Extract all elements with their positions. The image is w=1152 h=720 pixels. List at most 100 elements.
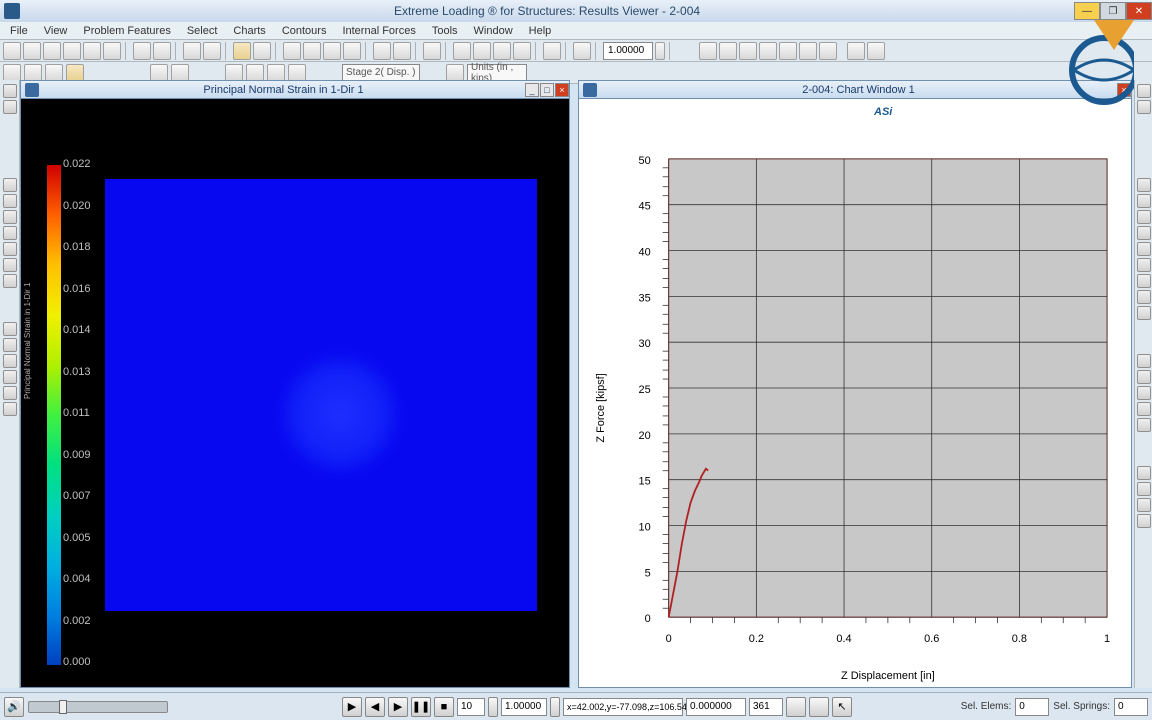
tool-style-icon[interactable]	[253, 42, 271, 60]
pause-button[interactable]: ❚❚	[411, 697, 431, 717]
tool-save-icon[interactable]	[23, 42, 41, 60]
tool-measure-icon[interactable]	[373, 42, 391, 60]
tool-folder-icon[interactable]	[45, 64, 63, 82]
tool-view1-icon[interactable]	[303, 42, 321, 60]
menu-view[interactable]: View	[38, 23, 74, 39]
menu-internal-forces[interactable]: Internal Forces	[336, 23, 421, 39]
tool-refresh-icon[interactable]	[573, 42, 591, 60]
tool-misc-icon[interactable]	[171, 64, 189, 82]
r-zoom-in-icon[interactable]	[1137, 354, 1151, 368]
chart-viewport[interactable]: 0 5 10 15 20 25 30 35 40 45 50 0 0.2 0.4…	[579, 99, 1131, 687]
r-opt3-icon[interactable]	[1137, 498, 1151, 512]
step-back-button[interactable]: ◀	[365, 697, 385, 717]
panel-minimize-button[interactable]: _	[525, 83, 539, 97]
chart-panel-titlebar[interactable]: 2-004: Chart Window 1 ×	[579, 81, 1131, 99]
r-opt1-icon[interactable]	[1137, 466, 1151, 480]
tool-undo-icon[interactable]	[133, 42, 151, 60]
side-arrow-icon[interactable]	[3, 258, 17, 272]
r-zoom-fit-icon[interactable]	[1137, 386, 1151, 400]
tool-play2-icon[interactable]	[203, 42, 221, 60]
menu-help[interactable]: Help	[523, 23, 558, 39]
scale-input[interactable]	[603, 42, 653, 60]
tool-grid-icon[interactable]	[283, 42, 301, 60]
r-view5-icon[interactable]	[1137, 242, 1151, 256]
tool-units-icon[interactable]	[446, 64, 464, 82]
tool-export-icon[interactable]	[63, 42, 81, 60]
r-rotate-icon[interactable]	[1137, 418, 1151, 432]
tool-contour-icon[interactable]	[233, 42, 251, 60]
side-t6-icon[interactable]	[3, 402, 17, 416]
time-spinner[interactable]	[550, 697, 560, 717]
tool-copy-icon[interactable]	[83, 42, 101, 60]
tool-layer3-icon[interactable]	[267, 64, 285, 82]
tool-g1-icon[interactable]	[699, 42, 717, 60]
tool-redo-icon[interactable]	[153, 42, 171, 60]
tool-print-icon[interactable]	[43, 42, 61, 60]
time-input[interactable]: 1.00000	[501, 698, 547, 716]
stop-button[interactable]: ■	[434, 697, 454, 717]
minimize-button[interactable]: —	[1074, 2, 1100, 20]
scale-spinner[interactable]	[655, 42, 665, 60]
sync-button-icon[interactable]	[786, 697, 806, 717]
menu-window[interactable]: Window	[468, 23, 519, 39]
cursor-button-icon[interactable]: ↖	[832, 697, 852, 717]
tool-g8-icon[interactable]	[847, 42, 865, 60]
loop-button-icon[interactable]	[809, 697, 829, 717]
menu-contours[interactable]: Contours	[276, 23, 333, 39]
panel-maximize-button[interactable]: □	[540, 83, 554, 97]
r-tool1-icon[interactable]	[1137, 84, 1151, 98]
tool-axes-icon[interactable]	[150, 64, 168, 82]
r-view4-icon[interactable]	[1137, 226, 1151, 240]
r-opt2-icon[interactable]	[1137, 482, 1151, 496]
units-selector[interactable]: Units (in , kips)	[467, 64, 527, 82]
tool-g4-icon[interactable]	[759, 42, 777, 60]
r-pan-icon[interactable]	[1137, 402, 1151, 416]
r-zoom-out-icon[interactable]	[1137, 370, 1151, 384]
frame-step-spinner[interactable]	[488, 697, 498, 717]
tool-video-icon[interactable]	[24, 64, 42, 82]
panel-close-button[interactable]: ×	[1117, 83, 1131, 97]
tool-g7-icon[interactable]	[819, 42, 837, 60]
side-rect-icon[interactable]	[3, 194, 17, 208]
tool-line-icon[interactable]	[393, 42, 411, 60]
r-view3-icon[interactable]	[1137, 210, 1151, 224]
tool-g6-icon[interactable]	[799, 42, 817, 60]
side-x-icon[interactable]	[3, 226, 17, 240]
r-opt4-icon[interactable]	[1137, 514, 1151, 528]
tool-curve-icon[interactable]	[453, 42, 471, 60]
tool-record-icon[interactable]	[66, 64, 84, 82]
side-pointer-icon[interactable]	[3, 84, 17, 98]
timeline-slider[interactable]	[28, 701, 168, 713]
r-view8-icon[interactable]	[1137, 290, 1151, 304]
close-button[interactable]: ✕	[1126, 2, 1152, 20]
side-circle-icon[interactable]	[3, 178, 17, 192]
step-fwd-button[interactable]: ▶	[388, 697, 408, 717]
tool-g5-icon[interactable]	[779, 42, 797, 60]
strain-viewport[interactable]: Principal Normal Strain in 1-Dir 1 0.022…	[21, 99, 569, 687]
maximize-button[interactable]: ❐	[1100, 2, 1126, 20]
r-view6-icon[interactable]	[1137, 258, 1151, 272]
side-t3-icon[interactable]	[3, 354, 17, 368]
tool-open-icon[interactable]	[3, 42, 21, 60]
tool-g2-icon[interactable]	[719, 42, 737, 60]
menu-problem-features[interactable]: Problem Features	[77, 23, 176, 39]
tool-pause-icon[interactable]	[183, 42, 201, 60]
tool-camera-icon[interactable]	[3, 64, 21, 82]
tool-circle-icon[interactable]	[543, 42, 561, 60]
play-button[interactable]: ▶	[342, 697, 362, 717]
side-select-icon[interactable]	[3, 100, 17, 114]
panel-close-button[interactable]: ×	[555, 83, 569, 97]
tool-g9-icon[interactable]	[867, 42, 885, 60]
side-text-icon[interactable]	[3, 274, 17, 288]
frame-step-input[interactable]: 10	[457, 698, 485, 716]
menu-charts[interactable]: Charts	[227, 23, 271, 39]
side-t1-icon[interactable]	[3, 322, 17, 336]
menu-tools[interactable]: Tools	[426, 23, 464, 39]
side-square-icon[interactable]	[3, 210, 17, 224]
speaker-icon[interactable]: 🔊	[4, 697, 24, 717]
tool-view2-icon[interactable]	[323, 42, 341, 60]
tool-point-icon[interactable]	[473, 42, 491, 60]
tool-view3-icon[interactable]	[343, 42, 361, 60]
r-tool2-icon[interactable]	[1137, 100, 1151, 114]
tool-page-icon[interactable]	[103, 42, 121, 60]
